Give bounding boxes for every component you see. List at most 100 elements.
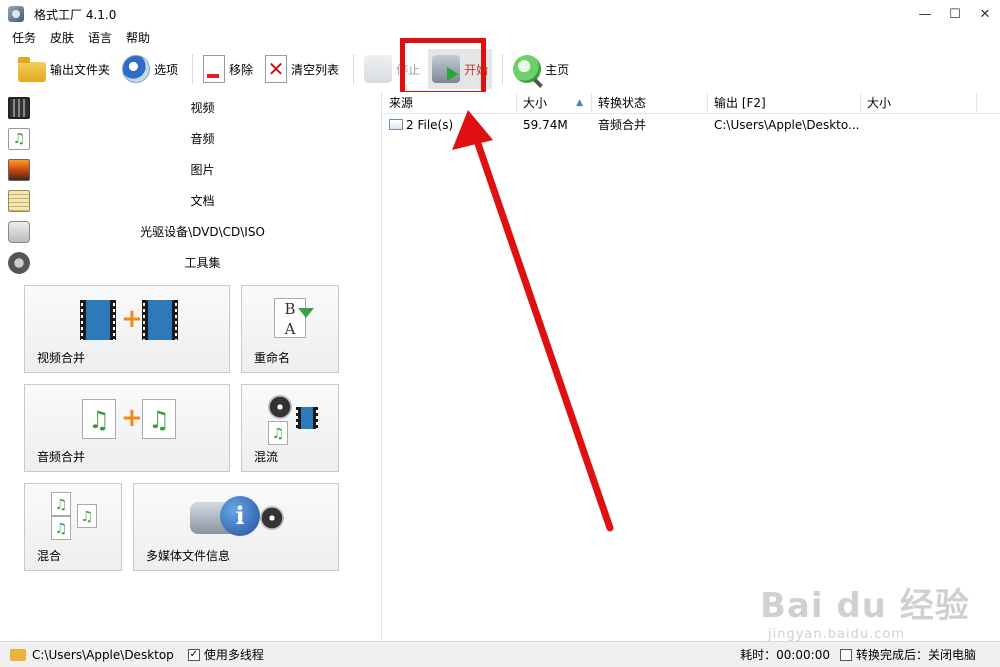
category-tools[interactable]: 工具集: [0, 247, 381, 278]
close-button[interactable]: ✕: [970, 0, 1000, 28]
status-bar: C:\Users\Apple\Desktop ✓ 使用多线程 耗时：00:00:…: [0, 641, 1000, 667]
cell-output: C:\Users\Apple\Deskto...: [714, 118, 860, 132]
options-icon: [122, 55, 151, 83]
after-convert-checkbox[interactable]: [839, 648, 852, 661]
film-icon: [80, 300, 116, 340]
toolbar: 输出文件夹 选项 移除 ✕ 清空列表 停止 开始 主页: [0, 48, 1000, 90]
options-button[interactable]: 选项: [118, 49, 182, 89]
music-note-icon: ♫: [51, 492, 71, 516]
folder-icon: [18, 57, 46, 82]
tool-audio-merge[interactable]: ♫ + ♫ 音频合并: [24, 384, 230, 472]
toolbar-separator: [353, 54, 355, 84]
menu-task[interactable]: 任务: [12, 29, 36, 46]
multithread-checkbox[interactable]: ✓: [187, 648, 200, 661]
start-highlight-box: [400, 38, 486, 96]
category-label: 图片: [190, 163, 215, 177]
baidu-watermark: Bai du 经验 jingyan.baidu.com: [760, 578, 990, 642]
menu-skin[interactable]: 皮肤: [50, 29, 74, 46]
music-note-icon: ♫: [142, 399, 176, 439]
remove-label: 移除: [229, 62, 254, 77]
tool-label: 视频合并: [37, 351, 86, 365]
options-label: 选项: [154, 62, 179, 77]
film-icon: [142, 300, 178, 340]
maximize-button[interactable]: ☐: [940, 0, 970, 28]
category-label: 视频: [190, 101, 215, 115]
stop-icon: [364, 55, 393, 83]
film-reel-icon: [268, 395, 292, 419]
category-label: 工具集: [184, 256, 221, 270]
left-panel: 视频 音频 图片 文档 光驱设备\DVD\CD\ISO 工具集 + 视频合并 B…: [0, 92, 382, 640]
clear-list-button[interactable]: ✕ 清空列表: [261, 49, 343, 89]
toolbar-separator: [502, 54, 504, 84]
watermark-sub: jingyan.baidu.com: [768, 627, 905, 642]
toolbar-separator: [192, 54, 194, 84]
tool-video-merge[interactable]: + 视频合并: [24, 285, 230, 373]
column-output-size[interactable]: 大小: [861, 92, 977, 114]
title-bar: 格式工厂 4.1.0 — ☐ ✕: [0, 0, 1000, 28]
column-status[interactable]: 转换状态: [592, 92, 708, 114]
music-note-icon: ♫: [77, 504, 97, 528]
cell-source: 2 File(s): [383, 114, 517, 136]
tool-mix[interactable]: ♫ ♫ ♫ 混合: [24, 483, 122, 571]
task-list: 来源 大小 ▲ 转换状态 输出 [F2] 大小 2 File(s) 59.74M…: [383, 92, 1000, 640]
remove-button[interactable]: 移除: [199, 49, 257, 89]
window-title: 格式工厂 4.1.0: [34, 7, 117, 22]
tool-label: 混合: [37, 549, 62, 563]
output-folder-button[interactable]: 输出文件夹: [14, 49, 114, 89]
remove-icon: [203, 55, 226, 83]
window-controls: — ☐ ✕: [910, 0, 1000, 28]
cell-output-size: [861, 114, 977, 136]
table-row[interactable]: 2 File(s) 59.74M 音频合并 C:\Users\Apple\Des…: [383, 114, 1000, 136]
tool-label: 重命名: [254, 351, 291, 365]
clear-list-icon: ✕: [265, 55, 288, 83]
category-video[interactable]: 视频: [0, 92, 381, 123]
folder-icon: [10, 648, 26, 661]
source-text: 2 File(s): [406, 118, 454, 132]
music-note-icon: ♫: [51, 516, 71, 540]
category-label: 光驱设备\DVD\CD\ISO: [140, 225, 265, 239]
category-label: 文档: [190, 194, 215, 208]
elapsed-time: 耗时：00:00:00: [740, 648, 830, 662]
app-logo-icon: [8, 6, 24, 22]
menu-bar: 任务 皮肤 语言 帮助: [0, 28, 1000, 46]
menu-language[interactable]: 语言: [88, 29, 112, 46]
home-label: 主页: [545, 62, 570, 77]
category-document[interactable]: 文档: [0, 185, 381, 216]
category-picture[interactable]: 图片: [0, 154, 381, 185]
category-disc[interactable]: 光驱设备\DVD\CD\ISO: [0, 216, 381, 247]
multithread-label: 使用多线程: [203, 648, 264, 662]
music-note-icon: ♫: [268, 421, 288, 445]
file-icon: [389, 119, 403, 130]
plus-icon: +: [121, 304, 143, 334]
column-output[interactable]: 输出 [F2]: [708, 92, 861, 114]
music-note-icon: ♫: [82, 399, 116, 439]
minimize-button[interactable]: —: [910, 0, 940, 28]
category-audio[interactable]: 音频: [0, 123, 381, 154]
column-source[interactable]: 来源: [383, 92, 517, 114]
after-convert-label: 转换完成后：关闭电脑: [855, 648, 976, 662]
column-size[interactable]: 大小 ▲: [517, 92, 592, 114]
tool-label: 混流: [254, 450, 279, 464]
tool-media-info[interactable]: i 多媒体文件信息: [133, 483, 339, 571]
home-button[interactable]: 主页: [509, 49, 573, 89]
status-right: 耗时：00:00:00 转换完成后：关闭电脑: [740, 646, 976, 663]
rename-icon: BA: [274, 298, 306, 338]
tool-label: 音频合并: [37, 450, 86, 464]
home-icon: [513, 55, 542, 83]
watermark-main: Bai du 经验: [760, 586, 970, 626]
output-path[interactable]: C:\Users\Apple\Desktop: [32, 648, 174, 662]
info-icon: i: [220, 496, 260, 536]
output-folder-label: 输出文件夹: [50, 62, 111, 77]
tool-mux[interactable]: ♫ 混流: [241, 384, 339, 472]
film-icon: [296, 407, 318, 429]
green-arrow-icon: [298, 308, 314, 318]
clear-list-label: 清空列表: [291, 62, 340, 77]
column-size-label: 大小: [523, 96, 548, 110]
binoculars-icon: [260, 506, 284, 530]
tool-rename[interactable]: BA 重命名: [241, 285, 339, 373]
tool-label: 多媒体文件信息: [146, 549, 231, 563]
plus-icon: +: [121, 403, 143, 433]
cell-status: 音频合并: [598, 118, 647, 132]
menu-help[interactable]: 帮助: [126, 29, 150, 46]
cell-size: 59.74M: [523, 118, 568, 132]
